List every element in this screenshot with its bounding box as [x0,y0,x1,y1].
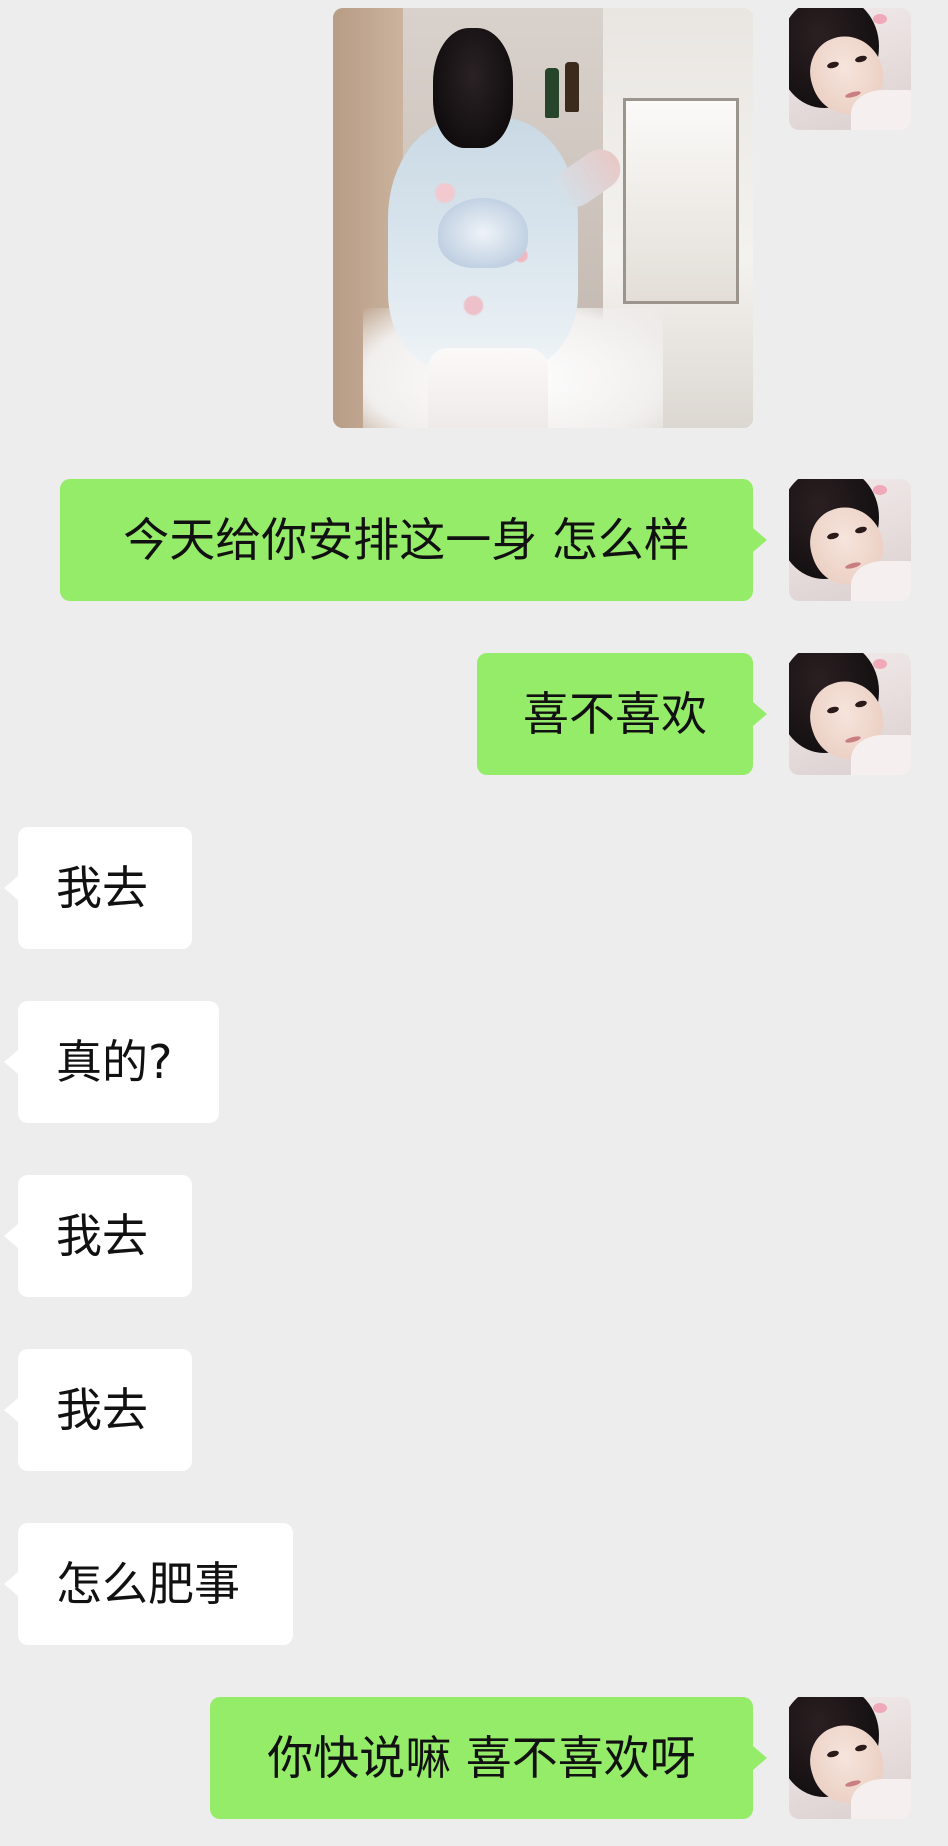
message-text: 我去 [56,1383,148,1437]
their-message-bubble[interactable]: 我去 [4,1349,192,1471]
photo-hair [433,28,513,148]
message-text: 今天给你安排这一身 怎么样 [123,513,690,567]
avatar-pillow [851,561,911,601]
their-message-bubble[interactable]: 我去 [4,827,192,949]
message-text: 喜不喜欢 [523,687,707,741]
my-message-bubble[interactable]: 你快说嘛 喜不喜欢呀 [210,1697,767,1819]
chat-message-list[interactable]: 今天给你安排这一身 怎么样 喜不喜欢 我去 真的? 我去 我去 怎么肥事 你快说… [0,0,948,1846]
photo-message[interactable] [333,8,753,428]
bubble-tail [4,1224,18,1248]
avatar-pillow [851,90,911,130]
my-avatar[interactable] [789,1697,911,1819]
bubble-tail [753,528,767,552]
my-message-bubble[interactable]: 喜不喜欢 [477,653,767,775]
their-message-bubble[interactable]: 我去 [4,1175,192,1297]
message-text: 你快说嘛 喜不喜欢呀 [267,1731,696,1785]
bubble-tail [4,1398,18,1422]
my-avatar[interactable] [789,653,911,775]
bubble-tail [4,876,18,900]
photo-fridge-inner [623,98,739,304]
their-message-bubble[interactable]: 怎么肥事 [4,1523,293,1645]
message-text: 真的? [56,1035,173,1089]
my-message-bubble[interactable]: 今天给你安排这一身 怎么样 [60,479,767,601]
message-text: 我去 [56,861,148,915]
bubble-tail [753,702,767,726]
my-avatar[interactable] [789,479,911,601]
bubble-tail [753,1746,767,1770]
photo-bow [438,198,528,268]
avatar-hair-bow [873,659,887,669]
message-text: 怎么肥事 [56,1557,240,1611]
photo-bottle [545,68,559,118]
bubble-tail [4,1050,18,1074]
their-message-bubble[interactable]: 真的? [4,1001,219,1123]
avatar-pillow [851,735,911,775]
photo-legs [428,348,548,428]
avatar-hair-bow [873,485,887,495]
my-avatar[interactable] [789,8,911,130]
bubble-tail [4,1572,18,1596]
avatar-hair-bow [873,1703,887,1713]
message-text: 我去 [56,1209,148,1263]
avatar-pillow [851,1779,911,1819]
photo-bottle [565,62,579,112]
avatar-hair-bow [873,14,887,24]
